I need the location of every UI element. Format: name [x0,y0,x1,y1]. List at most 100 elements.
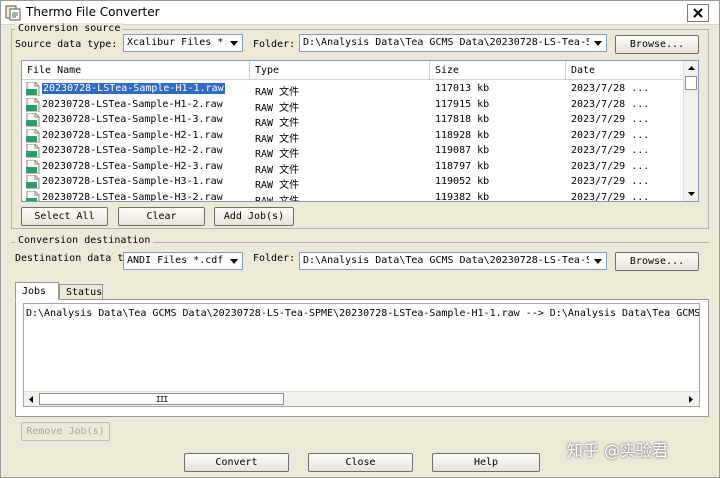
watermark: 知乎 @实验君 [567,441,669,460]
column-header-file-name[interactable]: File Name [22,61,250,80]
source-type-label: Source data type: [15,39,118,50]
cell-file-name: 20230728-LSTea-Sample-H2-3.raw [42,160,223,172]
select-all-button[interactable]: Select All [21,207,108,226]
destination-folder-value: D:\Analysis Data\Tea GCMS Data\20230728-… [303,255,589,266]
raw-file-icon [26,144,40,158]
clear-button[interactable]: Clear [118,207,205,226]
cell-file-name: 20230728-LSTea-Sample-H1-2.raw [42,98,223,110]
cell-file-name: 20230728-LSTea-Sample-H2-2.raw [42,145,223,156]
table-row[interactable]: 20230728-LSTea-Sample-H3-2.raw RAW 文件 1193… [22,190,684,202]
cell-date: 2023/7/29 ... [571,176,650,187]
jobs-list[interactable]: D:\Analysis Data\Tea GCMS Data\20230728-… [23,303,700,407]
destination-browse-button[interactable]: Browse... [615,252,699,271]
cell-file-name: 20230728-LSTea-Sample-H1-3.raw [42,114,223,125]
close-window-button[interactable] [687,4,709,22]
cell-date: 2023/7/28 ... [571,83,650,94]
table-row[interactable]: 20230728-LSTea-Sample-H3-1.raw RAW 文件 1190… [22,175,684,191]
scroll-grip-icon: III [155,394,168,404]
raw-file-icon [26,82,40,96]
tab-jobs[interactable]: Jobs [15,282,59,300]
cell-size: 119052 kb [435,176,490,187]
destination-type-value: ANDI Files *.cdf [127,255,224,266]
tab-status[interactable]: Status [59,284,103,300]
scroll-up-icon[interactable] [684,61,698,75]
cell-date: 2023/7/28 ... [571,98,650,110]
scroll-right-icon[interactable] [684,392,698,406]
jobs-horizontal-scrollbar[interactable]: III [24,391,699,406]
chevron-down-icon[interactable] [590,36,605,50]
column-header-type[interactable]: Type [250,61,430,80]
cell-type: RAW 文件 [255,180,300,191]
raw-file-icon [26,97,40,112]
source-browse-button[interactable]: Browse... [615,35,699,54]
app-icon [5,5,21,21]
raw-file-icon [26,113,40,127]
chevron-down-icon[interactable] [226,36,241,50]
source-type-select[interactable]: Xcalibur Files *.r [123,34,243,52]
raw-file-icon [26,128,40,143]
cell-size: 119087 kb [435,145,490,156]
cell-file-name: 20230728-LSTea-Sample-H3-2.raw [42,191,223,202]
scroll-thumb[interactable] [685,76,697,90]
close-icon [693,8,703,18]
cell-file-name: 20230728-LSTea-Sample-H2-1.raw [42,129,223,141]
source-folder-value: D:\Analysis Data\Tea GCMS Data\20230728-… [303,37,589,48]
source-folder-label: Folder: [253,39,296,50]
file-list-header: File Name Type Size Date [22,61,684,80]
table-row[interactable]: 20230728-LSTea-Sample-H2-3.raw RAW 文件 1187… [22,159,684,176]
table-row[interactable]: 20230728-LSTea-Sample-H1-2.raw RAW 文件 1179… [22,97,684,114]
table-row[interactable]: 20230728-LSTea-Sample-H2-2.raw RAW 文件 1190… [22,144,684,160]
source-file-list[interactable]: File Name Type Size Date 20230728-LSTea-… [21,60,699,202]
conversion-source-legend: Conversion source [15,23,124,34]
source-folder-select[interactable]: D:\Analysis Data\Tea GCMS Data\20230728-… [299,34,607,52]
chevron-down-icon[interactable] [590,254,605,268]
conversion-destination-legend: Conversion destination [15,235,154,246]
cell-size: 117915 kb [435,98,490,110]
scroll-thumb[interactable]: III [39,393,284,405]
window-title: Thermo File Converter [26,5,160,19]
raw-file-icon [26,175,40,189]
table-row[interactable]: 20230728-LSTea-Sample-H2-1.raw RAW 文件 1189… [22,128,684,145]
scroll-down-icon[interactable] [684,187,698,201]
cell-type: RAW 文件 [255,164,300,176]
cell-type: RAW 文件 [255,195,300,202]
table-row[interactable]: 20230728-LSTea-Sample-H1-3.raw RAW 文件 1178… [22,113,684,129]
cell-date: 2023/7/29 ... [571,145,650,156]
chevron-down-icon[interactable] [226,254,241,268]
column-header-size[interactable]: Size [430,61,566,80]
cell-size: 119382 kb [435,191,490,202]
destination-folder-select[interactable]: D:\Analysis Data\Tea GCMS Data\20230728-… [299,252,607,270]
cell-size: 118928 kb [435,129,490,141]
cell-type: RAW 文件 [255,149,300,160]
table-row[interactable]: 20230728-LSTea-Sample-H1-1.raw RAW 文件 1170… [22,82,684,98]
destination-type-select[interactable]: ANDI Files *.cdf [123,252,243,270]
column-header-date[interactable]: Date [566,61,684,80]
cell-type: RAW 文件 [255,133,300,145]
source-type-value: Xcalibur Files *.r [127,37,236,48]
converter-window: Thermo File Converter Conversion source … [0,0,720,478]
cell-size: 117818 kb [435,114,490,125]
cell-type: RAW 文件 [255,87,300,98]
destination-type-label: Destination data typ [15,253,127,264]
job-line[interactable]: D:\Analysis Data\Tea GCMS Data\20230728-… [26,308,699,319]
cell-file-name: 20230728-LSTea-Sample-H3-1.raw [42,176,223,187]
scroll-left-icon[interactable] [24,392,38,406]
cell-type: RAW 文件 [255,102,300,114]
cell-date: 2023/7/29 ... [571,114,650,125]
title-bar[interactable]: Thermo File Converter [1,1,719,25]
destination-folder-label: Folder: [253,253,296,264]
close-button[interactable]: Close [308,453,413,472]
cell-date: 2023/7/29 ... [571,160,650,172]
remove-job-button[interactable]: Remove Job(s) [21,422,110,441]
convert-button[interactable]: Convert [184,453,289,472]
raw-file-icon [26,159,40,174]
cell-size: 118797 kb [435,160,490,172]
help-button[interactable]: Help [432,453,540,472]
cell-size: 117013 kb [435,83,490,94]
cell-type: RAW 文件 [255,118,300,129]
cell-date: 2023/7/29 ... [571,191,650,202]
add-job-button[interactable]: Add Job(s) [214,207,294,226]
cell-file-name: 20230728-LSTea-Sample-H1-1.raw [41,82,226,95]
cell-date: 2023/7/29 ... [571,129,650,141]
file-list-scrollbar[interactable] [683,61,698,201]
